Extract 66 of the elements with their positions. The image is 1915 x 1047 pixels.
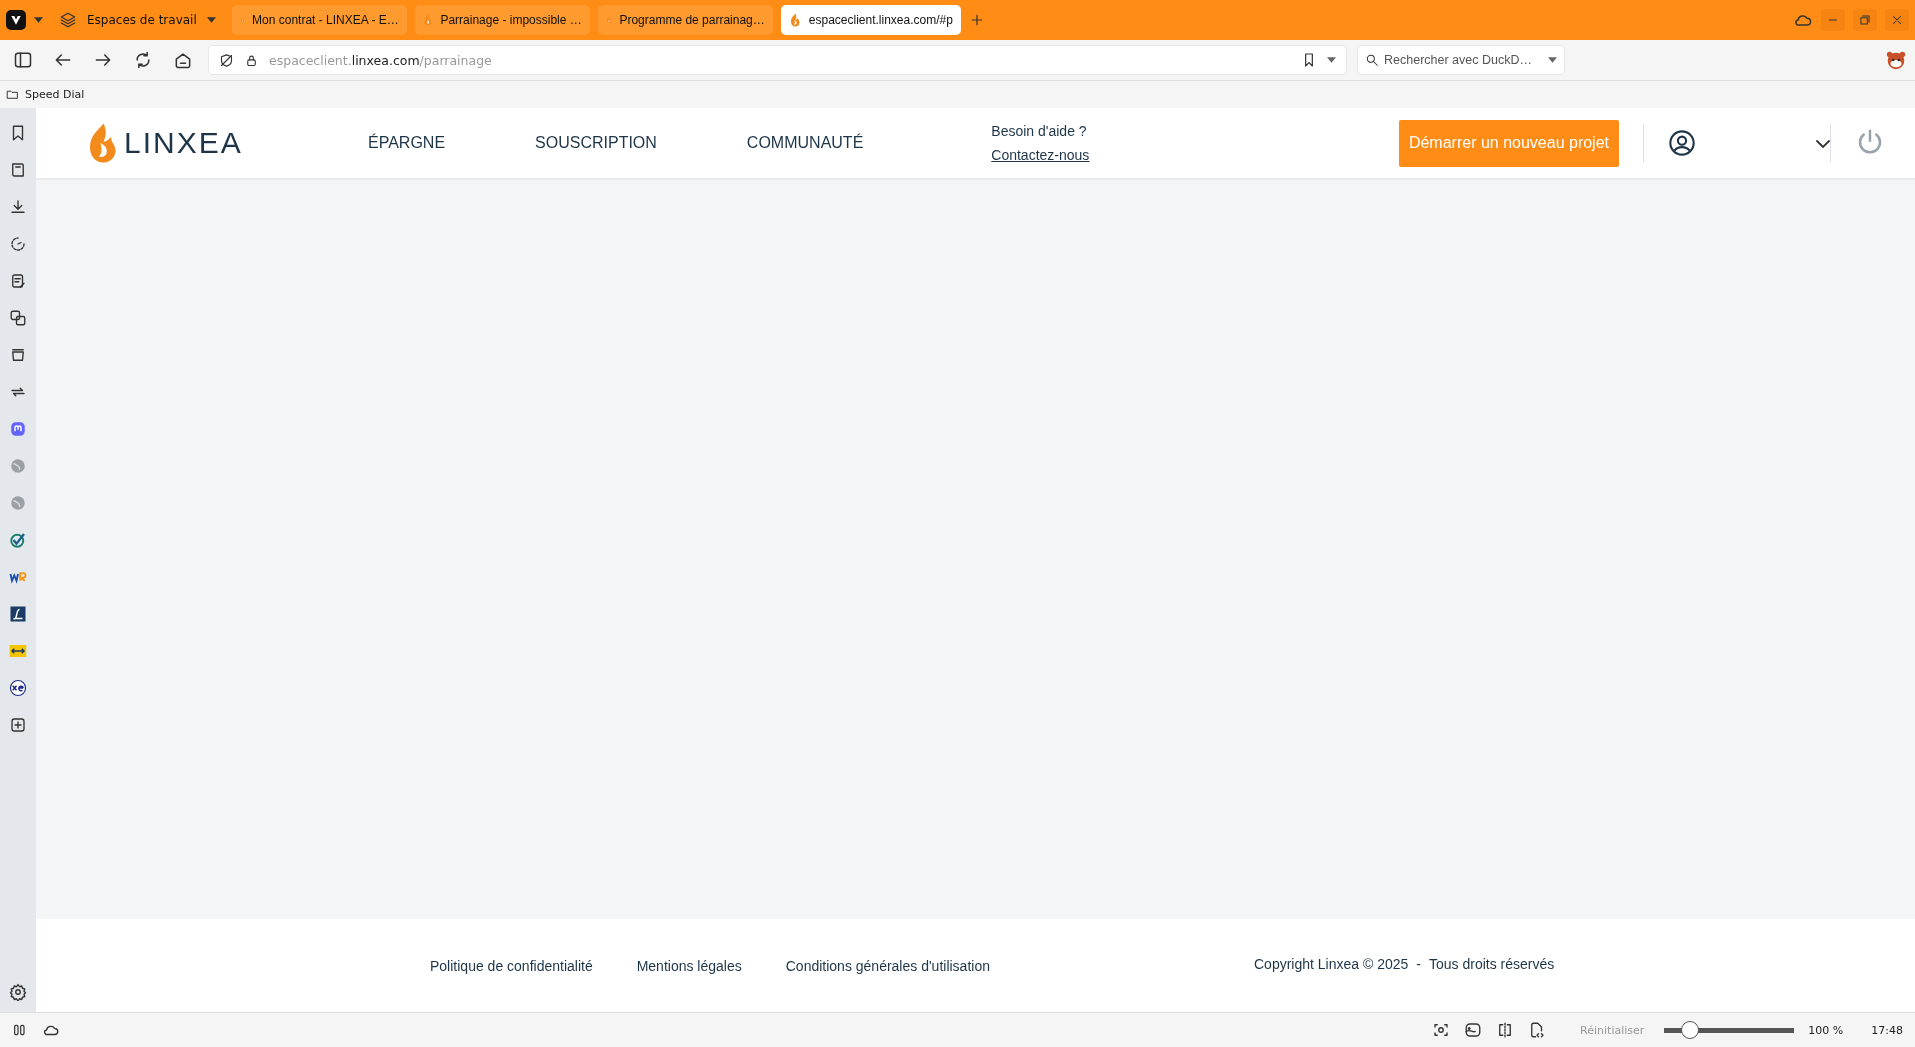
notes-icon[interactable]: [9, 272, 27, 290]
slider-thumb[interactable]: [1681, 1021, 1700, 1039]
dropdown-caret-icon[interactable]: [1327, 57, 1336, 63]
browser-tab[interactable]: Mon contrat - LINXEA - E…: [231, 5, 407, 35]
restore-icon: [1858, 13, 1872, 27]
dropdown-caret-icon: [206, 17, 216, 23]
copyright-text: Copyright Linxea © 2025: [1254, 955, 1409, 972]
image-icon: [1464, 1021, 1483, 1039]
reading-list-icon[interactable]: [9, 346, 27, 364]
panel-toggle-button[interactable]: [12, 1022, 28, 1038]
site-logo[interactable]: LINXEA: [124, 126, 243, 160]
browser-tab[interactable]: Programme de parrainag…: [597, 5, 773, 35]
tab-favicon-icon: [788, 13, 801, 27]
sidebar-icon: [13, 50, 33, 70]
footer-link[interactable]: Mentions légales: [636, 957, 742, 974]
zoom-level-text: 100 %: [1808, 1023, 1844, 1037]
search-icon: [1365, 53, 1379, 67]
tab-favicon-icon: [422, 13, 433, 27]
mastodon-icon[interactable]: [9, 420, 27, 438]
search-field[interactable]: Rechercher avec DuckD…: [1357, 45, 1565, 75]
translate-icon[interactable]: [9, 309, 27, 327]
nav-link[interactable]: ÉPARGNE: [368, 134, 446, 152]
page-actions-button[interactable]: [1528, 1021, 1547, 1039]
reload-icon: [133, 50, 153, 70]
rights-text: Tous droits réservés: [1428, 955, 1555, 972]
add-panel-icon[interactable]: [9, 716, 27, 734]
shield-icon: [219, 52, 234, 68]
capture-button[interactable]: [1432, 1021, 1451, 1039]
url-text: espaceclient.linxea.com/parrainage: [269, 52, 492, 68]
book-icon[interactable]: [9, 161, 27, 179]
settings-icon[interactable]: [9, 983, 27, 1001]
address-field[interactable]: espaceclient.linxea.com/parrainage: [208, 45, 1347, 75]
chevron-down-icon: [1816, 139, 1830, 148]
footer-link[interactable]: Conditions générales d'utilisation: [785, 957, 990, 974]
separator-text: -: [1416, 955, 1421, 972]
panda-avatar-icon[interactable]: [1885, 49, 1907, 71]
bookmark-folder[interactable]: Speed Dial: [6, 88, 85, 101]
dropdown-caret-icon[interactable]: [1548, 57, 1557, 63]
nav-link[interactable]: COMMUNAUTÉ: [746, 134, 864, 152]
exchange-icon[interactable]: [9, 642, 27, 660]
user-profile-icon[interactable]: [1668, 129, 1696, 157]
download-icon[interactable]: [9, 198, 27, 216]
checkmark-icon[interactable]: [9, 531, 27, 549]
nav-link[interactable]: SOUSCRIPTION: [535, 134, 657, 152]
footer-link[interactable]: Politique de confidentialité: [430, 957, 593, 974]
browser-tab[interactable]: espaceclient.linxea.com/#p: [780, 5, 961, 35]
dropdown-caret-icon[interactable]: [34, 17, 43, 23]
help-text: Besoin d'aide ?: [991, 123, 1088, 139]
page-code-icon: [1528, 1021, 1547, 1039]
xe-logo-icon[interactable]: [9, 679, 27, 697]
contact-link[interactable]: Contactez-nous: [991, 147, 1090, 163]
dictionary-icon[interactable]: [9, 605, 27, 623]
restore-button[interactable]: [1853, 9, 1877, 31]
browser-tab[interactable]: Parrainage - impossible …: [414, 5, 590, 35]
folder-icon: [6, 88, 19, 101]
close-icon: [1890, 13, 1904, 27]
image-toggle-button[interactable]: [1464, 1021, 1483, 1039]
history-icon[interactable]: [9, 235, 27, 253]
lock-icon: [244, 52, 259, 68]
columns-icon: [12, 1022, 28, 1038]
close-button[interactable]: [1885, 9, 1909, 31]
clock-text: 17:48: [1871, 1023, 1903, 1037]
workspaces-button[interactable]: Espaces de travail: [51, 5, 224, 35]
browser-menu-icon[interactable]: [6, 10, 26, 30]
layers-icon: [59, 11, 77, 29]
camera-frame-icon: [1432, 1021, 1451, 1039]
